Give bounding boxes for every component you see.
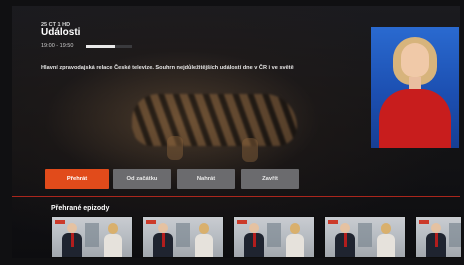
anchor-man <box>62 223 82 257</box>
thumbnail-background <box>358 223 372 247</box>
program-title: Události <box>41 27 81 38</box>
episode-thumbnail[interactable] <box>415 216 462 258</box>
program-time: 19:00 - 19:50 <box>41 43 74 49</box>
live-preview-window[interactable] <box>371 27 459 148</box>
anchor-woman <box>377 223 395 257</box>
anchor-man <box>244 223 264 257</box>
anchor-man <box>335 223 355 257</box>
thumbnail-background <box>85 223 99 247</box>
background-tiger-image <box>132 94 297 146</box>
episode-thumbnail[interactable] <box>142 216 224 258</box>
episode-thumbnail[interactable] <box>324 216 406 258</box>
tv-frame: 25 CT 1 HD Události 19:00 - 19:50 Hlavní… <box>0 0 464 265</box>
background-tiger-leg <box>167 136 183 160</box>
program-description: Hlavní zpravodajská relace České televiz… <box>41 65 294 71</box>
section-divider <box>12 196 460 197</box>
background-tiger-leg <box>242 138 258 162</box>
anchor-woman <box>195 223 213 257</box>
play-button[interactable]: Přehrát <box>45 169 109 189</box>
thumbnail-background <box>449 223 461 247</box>
anchor-woman <box>104 223 122 257</box>
thumbnail-background <box>176 223 190 247</box>
preview-presenter-dress <box>379 89 451 148</box>
from-start-button[interactable]: Od začátku <box>113 169 171 189</box>
close-button[interactable]: Zavřít <box>241 169 299 189</box>
anchor-man <box>153 223 173 257</box>
record-button[interactable]: Nahrát <box>177 169 235 189</box>
episodes-section-title: Přehrané epizody <box>51 205 110 212</box>
program-progress-fill <box>86 45 115 48</box>
episode-thumbnail[interactable] <box>51 216 133 258</box>
preview-presenter-face <box>401 43 429 77</box>
anchor-woman <box>286 223 304 257</box>
anchor-man <box>426 223 446 257</box>
program-progress-bar <box>86 45 132 48</box>
episode-thumbnail[interactable] <box>233 216 315 258</box>
thumbnail-background <box>267 223 281 247</box>
